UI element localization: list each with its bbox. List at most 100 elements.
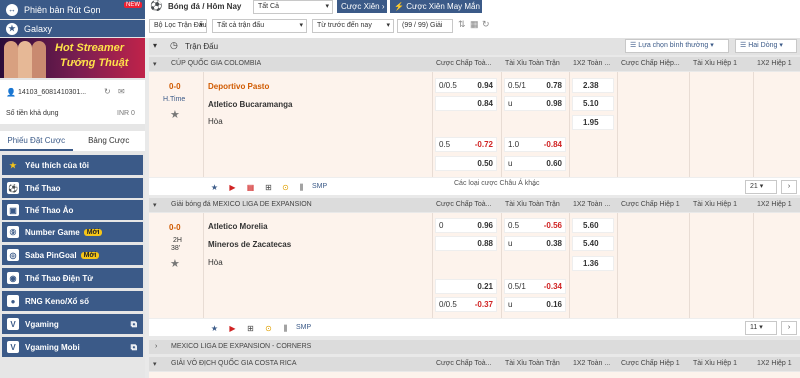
sidebar-item-label: Thể Thao Điện Tử [25, 273, 94, 283]
sidebar-item-th-thao-o[interactable]: ▣ Thể Thao Ảo [2, 200, 143, 220]
odds-hdp-away-2[interactable]: 0.50 [435, 156, 497, 171]
expand-button[interactable]: › [781, 180, 797, 194]
odds-1x2-home[interactable]: 5.60 [572, 218, 614, 233]
odds-hdp-home-2[interactable]: 0.21 [435, 279, 497, 294]
col-1x2: 1X2 Toàn ... [573, 201, 611, 208]
sidebar-item-vgaming-mobi[interactable]: V Vgaming Mobi ⧉ [2, 337, 143, 357]
away-team: Atletico Bucaramanga [208, 100, 293, 109]
more-asian-odds-link[interactable]: Các loại cược Châu Á khác [454, 180, 540, 187]
favorite-star-icon[interactable]: ★ [170, 257, 180, 270]
league-filter-select[interactable]: Bộ Lọc Trận Đấu ▾ [149, 19, 207, 33]
lineup-icon[interactable]: ⊞ [245, 323, 256, 334]
time-filter-select[interactable]: Từ trước đến nay ▾ [312, 19, 394, 33]
collapse-icon[interactable]: ▾ [153, 360, 157, 368]
lineup-icon[interactable]: ⊞ [263, 182, 274, 193]
odds-ou-under[interactable]: u 0.98 [504, 96, 566, 111]
smp-tag[interactable]: SMP [312, 183, 327, 190]
bet-tabs: Phiếu Đặt Cược Bảng Cược [0, 131, 145, 151]
chevron-right-icon[interactable]: › [155, 343, 157, 350]
col-ou-h1: Tài Xỉu Hiệp 1 [693, 60, 737, 67]
odds-1x2-away[interactable]: 5.10 [572, 96, 614, 111]
section-header: ▾ ◷ Trận Đấu ☰ Lựa chọn bình thường ▾ ☰ … [149, 38, 800, 55]
league-header-2[interactable]: ▾ Giải bóng đá MEXICO LIGA DE EXPANSION … [149, 198, 800, 212]
league-name: GIẢI VÔ ĐỊCH QUỐC GIA COSTA RICA [171, 360, 297, 367]
cash-icon[interactable]: ⊙ [280, 182, 291, 193]
match-filter-select[interactable]: Tất cả trận đấu ▾ [212, 19, 307, 33]
league-header-1[interactable]: ▾ CÚP QUỐC GIA COLOMBIA Cược Chấp Toà...… [149, 57, 800, 71]
promo-banner[interactable]: Hot Streamer Tướng Thuật [0, 38, 145, 78]
sort-icon[interactable]: ⇅ [458, 19, 466, 30]
clock-icon: ◷ [170, 40, 178, 50]
league-count[interactable]: (99 / 99) Giải [397, 19, 453, 33]
mail-icon[interactable]: ✉ [118, 87, 125, 96]
chart-icon[interactable]: ⫼ [296, 182, 307, 193]
balance-value: INR 0 [117, 110, 135, 117]
odds-ou-over-2[interactable]: 1.0 -0.84 [504, 137, 566, 152]
virtual-sports-icon: ▣ [7, 204, 19, 216]
odds-1x2-home[interactable]: 2.38 [572, 78, 614, 93]
favorite-icon[interactable]: ★ [209, 323, 220, 334]
live-stream-icon[interactable]: ▶ [227, 182, 238, 193]
collapse-icon[interactable]: ▾ [153, 41, 157, 50]
sidebar-item-th-thao-i-n-t-[interactable]: ◉ Thể Thao Điện Tử [2, 268, 143, 288]
parlay-button[interactable]: Cược Xiên › [337, 0, 387, 13]
smp-tag[interactable]: SMP [296, 324, 311, 331]
favorite-icon[interactable]: ★ [209, 182, 220, 193]
odds-view-select[interactable]: ☰ Lựa chọn bình thường ▾ [625, 39, 729, 53]
collapse-icon[interactable]: ▾ [153, 60, 157, 68]
refresh-icon[interactable]: ↻ [482, 19, 490, 30]
match-score: 0-0 [169, 223, 181, 232]
compact-version-link[interactable]: ↔ Phiên bản Rút Gọn NEW [0, 0, 145, 19]
galaxy-link[interactable]: ★ Galaxy [0, 20, 145, 37]
odds-hdp-home[interactable]: 0/0.5 0.94 [435, 78, 497, 93]
odds-ou-under-2[interactable]: u 0.60 [504, 156, 566, 171]
more-bets-count[interactable]: 11 ▾ [745, 321, 777, 335]
odds-hdp-away[interactable]: 0.88 [435, 236, 497, 251]
league-header-4[interactable]: ▾ GIẢI VÔ ĐỊCH QUỐC GIA COSTA RICA Cược … [149, 357, 800, 371]
tab-bet-list[interactable]: Bảng Cược [73, 131, 146, 151]
odds-hdp-away[interactable]: 0.84 [435, 96, 497, 111]
lucky-parlay-button[interactable]: ⚡ Cược Xiên May Mắn [390, 0, 482, 13]
sport-select[interactable]: Tất Cả ▾ [253, 0, 333, 14]
chevron-down-icon[interactable]: ⌄ [531, 180, 537, 188]
away-team: Mineros de Zacatecas [208, 240, 292, 249]
odds-ou-under-2[interactable]: u 0.16 [504, 297, 566, 312]
stats-icon[interactable]: ▦ [245, 182, 256, 193]
more-bets-count[interactable]: 21 ▾ [745, 180, 777, 194]
cash-icon[interactable]: ⊙ [263, 323, 274, 334]
refresh-icon[interactable]: ↻ [104, 87, 111, 96]
tab-bet-slip[interactable]: Phiếu Đặt Cược [0, 131, 73, 151]
col-1x2-h1: 1X2 Hiệp 1 [757, 60, 792, 67]
lines-select[interactable]: ☰ Hai Dòng ▾ [735, 39, 797, 53]
odds-ou-under[interactable]: u 0.38 [504, 236, 566, 251]
odds-1x2-draw[interactable]: 1.95 [572, 115, 614, 130]
version-icon: ↔ [6, 3, 18, 16]
sidebar: ↔ Phiên bản Rút Gọn NEW ★ Galaxy Hot Str… [0, 0, 145, 378]
expand-button[interactable]: › [781, 321, 797, 335]
sidebar-item-rng-keno-x-s-[interactable]: ● RNG Keno/Xổ số [2, 291, 143, 311]
sidebar-item-saba-pingoal[interactable]: ◎ Saba PinGoal Mới [2, 245, 143, 265]
sidebar-item-th-thao[interactable]: ⚽ Thể Thao [2, 178, 143, 198]
odds-1x2-away[interactable]: 5.40 [572, 236, 614, 251]
odds-ou-over[interactable]: 0.5/1 0.78 [504, 78, 566, 93]
user-icon: 👤 [6, 88, 16, 97]
odds-hdp-home[interactable]: 0 0.96 [435, 218, 497, 233]
match-status: H.Time [163, 96, 186, 103]
external-link-icon: ⧉ [130, 341, 137, 352]
favorite-star-icon[interactable]: ★ [170, 108, 180, 121]
galaxy-icon: ★ [6, 22, 18, 35]
sidebar-item-vgaming[interactable]: V Vgaming ⧉ [2, 314, 143, 334]
collapse-icon[interactable]: ▾ [153, 201, 157, 209]
sidebar-item-number-game[interactable]: ⑨ Number Game Mới [2, 222, 143, 242]
odds-hdp-away-2[interactable]: 0/0.5 -0.37 [435, 297, 497, 312]
odds-ou-over[interactable]: 0.5 -0.56 [504, 218, 566, 233]
odds-hdp-home-2[interactable]: 0.5 -0.72 [435, 137, 497, 152]
live-stream-icon[interactable]: ▶ [227, 323, 238, 334]
odds-ou-over-2[interactable]: 0.5/1 -0.34 [504, 279, 566, 294]
odds-1x2-draw[interactable]: 1.36 [572, 256, 614, 271]
col-ou-h1: Tài Xỉu Hiệp 1 [693, 201, 737, 208]
chart-icon[interactable]: ⫼ [280, 323, 291, 334]
league-header-3[interactable]: › MEXICO LIGA DE EXPANSION - CORNERS [149, 340, 800, 354]
sidebar-item-y-u-th-ch-c-a-t-i[interactable]: ★ Yêu thích của tôi [2, 155, 143, 175]
grid-icon[interactable]: ▦ [470, 19, 479, 30]
